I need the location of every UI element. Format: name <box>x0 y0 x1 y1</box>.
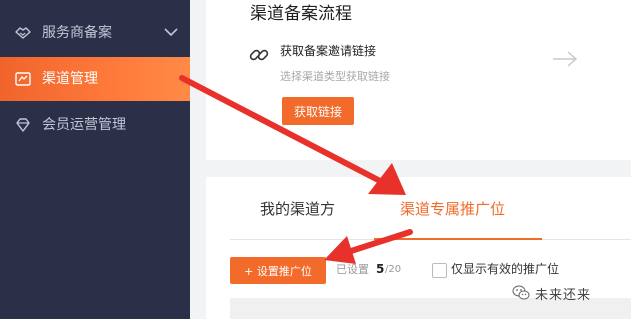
get-link-button[interactable]: 获取链接 <box>282 97 354 125</box>
count-value: 5 <box>376 262 385 276</box>
tab-channel-promotion-slots[interactable]: 渠道专属推广位 <box>400 197 505 221</box>
link-icon <box>249 49 269 61</box>
step-title: 获取备案邀请链接 <box>280 44 377 58</box>
set-promotion-slot-button[interactable]: + 设置推广位 <box>230 257 326 284</box>
count-total: /20 <box>385 264 402 275</box>
sidebar-item-label: 渠道管理 <box>42 71 98 87</box>
watermark: 未来还来 <box>512 282 591 304</box>
handshake-icon <box>15 27 31 39</box>
channel-icon <box>15 72 31 86</box>
diamond-icon <box>16 118 30 132</box>
tab-my-channels[interactable]: 我的渠道方 <box>260 197 335 221</box>
valid-only-checkbox[interactable] <box>432 263 447 278</box>
count-label: 已设置 <box>336 263 369 276</box>
watermark-text: 未来还来 <box>535 287 592 303</box>
valid-only-label[interactable]: 仅显示有效的推广位 <box>451 261 559 278</box>
sidebar-item-label: 服务商备案 <box>42 25 112 41</box>
wechat-icon <box>512 285 530 300</box>
arrow-right-icon <box>553 51 578 67</box>
sidebar-item-service-provider-filing[interactable]: 服务商备案 <box>0 11 190 55</box>
sidebar: 服务商备案 渠道管理 会员运营管理 <box>0 0 190 319</box>
step-subtitle: 选择渠道类型获取链接 <box>280 70 390 83</box>
flow-card-title: 渠道备案流程 <box>250 4 352 24</box>
filing-flow-card: 渠道备案流程 获取备案邀请链接 选择渠道类型获取链接 获取链接 <box>206 0 631 160</box>
chevron-down-icon[interactable] <box>164 27 178 37</box>
sidebar-item-member-operations[interactable]: 会员运营管理 <box>0 103 190 147</box>
sidebar-item-channel-management[interactable]: 渠道管理 <box>0 57 190 101</box>
active-tab-indicator <box>374 238 542 240</box>
sidebar-item-label: 会员运营管理 <box>42 117 126 133</box>
